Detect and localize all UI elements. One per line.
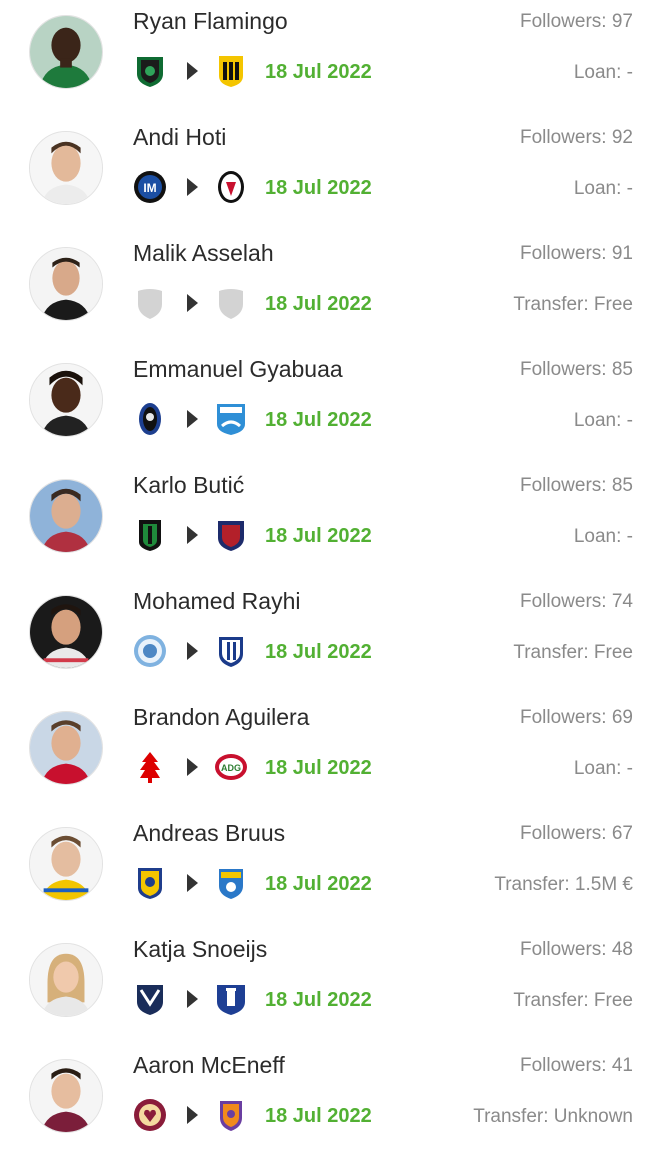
transfer-date: 18 Jul 2022 [265, 989, 372, 1011]
followers-count: Followers: 41 [520, 1055, 633, 1076]
perth-glory-crest-icon [214, 1098, 248, 1132]
inter-crest-icon: IM [133, 170, 167, 204]
transfer-type: Loan: - [573, 62, 633, 83]
followers-count: Followers: 48 [520, 939, 633, 960]
transfer-row[interactable]: Ryan Flamingo Followers: 97 18 Jul 2022 … [0, 0, 662, 116]
transfer-arrow-icon [187, 642, 198, 660]
transfer-row[interactable]: Emmanuel Gyabuaa Followers: 85 18 Jul 20… [0, 348, 662, 464]
transfer-type: Loan: - [573, 758, 633, 779]
nottingham-forest-crest-icon [133, 750, 167, 784]
transfer-row[interactable]: Brandon Aguilera Followers: 69 ADG 18 Ju… [0, 696, 662, 812]
transfer-arrow-icon [187, 178, 198, 196]
transfer-row[interactable]: Karlo Butić Followers: 85 18 Jul 2022 Lo… [0, 464, 662, 580]
player-name[interactable]: Andreas Bruus [133, 818, 285, 848]
transfer-arrow-icon [187, 874, 198, 892]
player-name[interactable]: Mohamed Rayhi [133, 586, 300, 616]
followers-count: Followers: 74 [520, 591, 633, 612]
player-photo-icon[interactable] [29, 247, 103, 321]
player-name[interactable]: Aaron McEneff [133, 1050, 285, 1080]
player-name[interactable]: Brandon Aguilera [133, 702, 309, 732]
transfer-date: 18 Jul 2022 [265, 1105, 372, 1127]
player-photo-icon[interactable] [29, 1059, 103, 1133]
crest-icon [133, 634, 167, 668]
transfer-date: 18 Jul 2022 [265, 293, 372, 315]
player-photo-icon[interactable] [29, 15, 103, 89]
player-photo-icon[interactable] [29, 943, 103, 1017]
crest-icon [214, 518, 248, 552]
unknown-club-shield-icon [214, 286, 248, 320]
player-photo-icon[interactable] [29, 363, 103, 437]
svg-text:IM: IM [143, 181, 156, 195]
player-name[interactable]: Ryan Flamingo [133, 6, 288, 36]
unknown-club-shield-icon [133, 286, 167, 320]
transfer-arrow-icon [187, 526, 198, 544]
transfer-row[interactable]: Katja Snoeijs Followers: 48 18 Jul 2022 … [0, 928, 662, 1044]
estac-troyes-crest-icon [214, 866, 248, 900]
transfer-list: Ryan Flamingo Followers: 97 18 Jul 2022 … [0, 0, 662, 1160]
transfer-type: Loan: - [573, 410, 633, 431]
transfer-arrow-icon [187, 758, 198, 776]
crest-icon [214, 634, 248, 668]
adg-crest-icon: ADG [214, 750, 248, 784]
transfer-row[interactable]: Andi Hoti Followers: 92 IM 18 Jul 2022 L… [0, 116, 662, 232]
transfer-type: Transfer: Free [513, 642, 633, 663]
player-name[interactable]: Andi Hoti [133, 122, 226, 152]
player-photo-icon[interactable] [29, 479, 103, 553]
sassuolo-crest-icon [133, 54, 167, 88]
transfer-row[interactable]: Malik Asselah Followers: 91 18 Jul 2022 … [0, 232, 662, 348]
followers-count: Followers: 85 [520, 359, 633, 380]
pordenone-crest-icon [133, 518, 167, 552]
transfer-type: Loan: - [573, 178, 633, 199]
transfer-date: 18 Jul 2022 [265, 525, 372, 547]
transfer-date: 18 Jul 2022 [265, 61, 372, 83]
player-name[interactable]: Katja Snoeijs [133, 934, 267, 964]
followers-count: Followers: 91 [520, 243, 633, 264]
vitesse-crest-icon [214, 54, 248, 88]
transfer-type: Transfer: Free [513, 294, 633, 315]
transfer-date: 18 Jul 2022 [265, 757, 372, 779]
player-photo-icon[interactable] [29, 595, 103, 669]
transfer-arrow-icon [187, 62, 198, 80]
transfer-arrow-icon [187, 294, 198, 312]
player-name[interactable]: Emmanuel Gyabuaa [133, 354, 343, 384]
followers-count: Followers: 85 [520, 475, 633, 496]
everton-crest-icon [214, 982, 248, 1016]
pescara-crest-icon [214, 402, 248, 436]
transfer-arrow-icon [187, 990, 198, 1008]
transfer-date: 18 Jul 2022 [265, 641, 372, 663]
transfer-row[interactable]: Andreas Bruus Followers: 67 18 Jul 2022 … [0, 812, 662, 928]
followers-count: Followers: 69 [520, 707, 633, 728]
player-name[interactable]: Karlo Butić [133, 470, 244, 500]
player-photo-icon[interactable] [29, 711, 103, 785]
freiburg-crest-icon [214, 170, 248, 204]
followers-count: Followers: 67 [520, 823, 633, 844]
transfer-row[interactable]: Aaron McEneff Followers: 41 18 Jul 2022 … [0, 1044, 662, 1160]
transfer-arrow-icon [187, 410, 198, 428]
atalanta-crest-icon [133, 402, 167, 436]
player-photo-icon[interactable] [29, 827, 103, 901]
transfer-date: 18 Jul 2022 [265, 873, 372, 895]
transfer-arrow-icon [187, 1106, 198, 1124]
transfer-type: Transfer: Unknown [473, 1106, 633, 1127]
transfer-type: Transfer: 1.5M € [494, 874, 633, 895]
transfer-date: 18 Jul 2022 [265, 409, 372, 431]
transfer-row[interactable]: Mohamed Rayhi Followers: 74 18 Jul 2022 … [0, 580, 662, 696]
followers-count: Followers: 92 [520, 127, 633, 148]
svg-text:ADG: ADG [221, 763, 241, 773]
followers-count: Followers: 97 [520, 11, 633, 32]
transfer-date: 18 Jul 2022 [265, 177, 372, 199]
player-name[interactable]: Malik Asselah [133, 238, 274, 268]
hearts-crest-icon [133, 1098, 167, 1132]
transfer-type: Transfer: Free [513, 990, 633, 1011]
bordeaux-crest-icon [133, 982, 167, 1016]
player-photo-icon[interactable] [29, 131, 103, 205]
brondby-crest-icon [133, 866, 167, 900]
transfer-type: Loan: - [573, 526, 633, 547]
